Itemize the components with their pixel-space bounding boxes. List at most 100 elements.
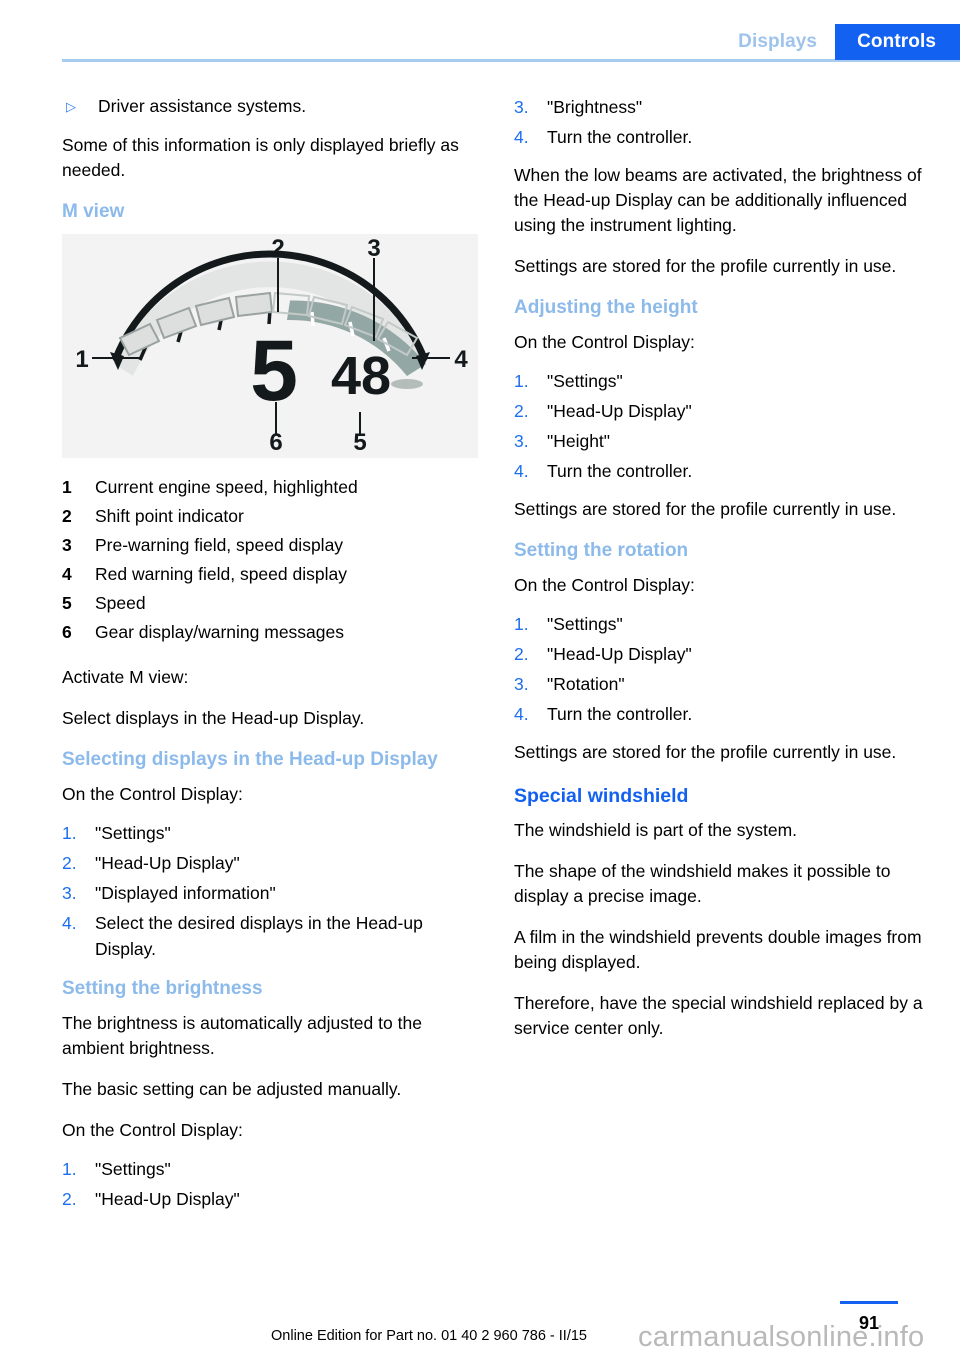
step-number: 1.: [62, 823, 77, 843]
list-item: 2. "Head-Up Display": [62, 1186, 480, 1212]
step-label: "Rotation": [547, 674, 625, 694]
legend-number: 4: [62, 564, 72, 584]
list-item: 4. Turn the controller.: [514, 458, 932, 484]
gauge-speed-value: 48: [331, 346, 391, 406]
tab-displays[interactable]: Displays: [738, 24, 835, 60]
legend-label: Speed: [95, 593, 146, 613]
list-item: 3 Pre-warning field, speed display: [62, 532, 480, 558]
legend-label: Red warning field, speed display: [95, 564, 347, 584]
gauge-speed-unit-icon: [391, 379, 423, 389]
legend-label: Pre-warning field, speed display: [95, 535, 344, 555]
legend-number: 6: [62, 622, 72, 642]
list-item: 4. Turn the controller.: [514, 701, 932, 727]
step-number: 4.: [514, 704, 529, 724]
tab-controls[interactable]: Controls: [835, 24, 960, 60]
page-number-rule: [840, 1301, 898, 1304]
callout-2: 2: [271, 235, 284, 262]
list-item: 2 Shift point indicator: [62, 503, 480, 529]
step-label: "Brightness": [547, 97, 643, 117]
rotation-stored-note: Settings are stored for the profile curr…: [514, 742, 897, 762]
step-number: 4.: [514, 461, 529, 481]
page-footer: Online Edition for Part no. 01 40 2 960 …: [0, 1282, 960, 1362]
height-lead: On the Control Display:: [514, 332, 695, 352]
step-number: 1.: [62, 1159, 77, 1179]
brightness-paragraph-1: The brightness is automatically adjusted…: [62, 1013, 422, 1058]
step-number: 3.: [62, 883, 77, 903]
step-label: "Head-Up Display": [547, 401, 692, 421]
list-item: 1 Current engine speed, highlighted: [62, 474, 480, 500]
heading-special-windshield: Special windshield: [514, 785, 689, 807]
step-number: 3.: [514, 431, 529, 451]
legend-label: Gear display/warning messages: [95, 622, 345, 642]
legend-label: Shift point indicator: [95, 506, 244, 526]
list-item: 2. "Head-Up Display": [514, 641, 932, 667]
figure-legend: 1 Current engine speed, highlighted 2 Sh…: [62, 474, 480, 645]
activate-m-view-text: Select displays in the Head-up Display.: [62, 708, 365, 728]
windshield-paragraph-4: Therefore, have the special windshield r…: [514, 993, 923, 1038]
tab-controls-label: Controls: [857, 31, 936, 52]
step-number: 1.: [514, 614, 529, 634]
legend-number: 5: [62, 593, 72, 613]
chapter-tabs: Displays Controls: [738, 24, 960, 60]
gauge-gear-value: 5: [250, 323, 298, 419]
list-item: 3. "Rotation": [514, 671, 932, 697]
steps-adjusting-height: 1. "Settings" 2. "Head-Up Display" 3. "H…: [514, 368, 932, 484]
step-label: Select the desired displays in the Head-…: [95, 913, 423, 959]
callout-4: 4: [454, 346, 468, 373]
left-column: ▷ Driver assistance systems. Some of thi…: [62, 94, 480, 1225]
steps-selecting-displays: 1. "Settings" 2. "Head-Up Display" 3. "D…: [62, 820, 480, 962]
step-label: "Height": [547, 431, 611, 451]
m-view-gauge-illustration: 5 48 1 2 3 4 5 6: [75, 235, 468, 456]
edition-note: Online Edition for Part no. 01 40 2 960 …: [271, 1328, 587, 1344]
list-item: 6 Gear display/warning messages: [62, 619, 480, 645]
windshield-paragraph-2: The shape of the windshield makes it pos…: [514, 861, 891, 906]
list-item: 4. Turn the controller.: [514, 124, 932, 150]
steps-setting-brightness: 1. "Settings" 2. "Head-Up Display": [62, 1156, 480, 1212]
step-label: "Settings": [547, 614, 623, 634]
brightness-lead: On the Control Display:: [62, 1120, 243, 1140]
bullet-item-label: Driver assistance systems.: [98, 96, 307, 116]
legend-number: 3: [62, 535, 72, 555]
list-item: 3. "Brightness": [514, 94, 932, 120]
page-header: Displays Controls: [0, 0, 960, 62]
steps-setting-rotation: 1. "Settings" 2. "Head-Up Display" 3. "R…: [514, 611, 932, 727]
step-label: "Settings": [95, 1159, 171, 1179]
heading-selecting-displays: Selecting displays in the Head-up Displa…: [62, 749, 438, 770]
legend-label: Current engine speed, highlighted: [95, 477, 358, 497]
bullet-item-driver-assistance: ▷ Driver assistance systems.: [62, 94, 480, 119]
page-number: 91: [858, 1313, 880, 1333]
legend-number: 2: [62, 506, 72, 526]
step-number: 3.: [514, 97, 529, 117]
legend-number: 1: [62, 477, 72, 497]
list-item: 3. "Height": [514, 428, 932, 454]
step-label: Turn the controller.: [547, 127, 693, 147]
heading-setting-rotation: Setting the rotation: [514, 540, 689, 561]
selecting-lead: On the Control Display:: [62, 784, 243, 804]
step-label: Turn the controller.: [547, 704, 693, 724]
heading-adjusting-height: Adjusting the height: [514, 297, 698, 318]
list-item: 1. "Settings": [62, 820, 480, 846]
step-label: "Head-Up Display": [95, 1189, 240, 1209]
list-item: 2. "Head-Up Display": [62, 850, 480, 876]
windshield-paragraph-1: The windshield is part of the system.: [514, 820, 798, 840]
list-item: 1. "Settings": [62, 1156, 480, 1182]
heading-m-view: M view: [62, 201, 125, 222]
brightness-stored-note: Settings are stored for the profile curr…: [514, 256, 897, 276]
step-number: 4.: [514, 127, 529, 147]
list-item: 1. "Settings": [514, 611, 932, 637]
list-item: 4 Red warning field, speed display: [62, 561, 480, 587]
list-item: 1. "Settings": [514, 368, 932, 394]
right-column: 3. "Brightness" 4. Turn the controller. …: [514, 94, 932, 1057]
list-item: 2. "Head-Up Display": [514, 398, 932, 424]
rotation-lead: On the Control Display:: [514, 575, 695, 595]
activate-m-view-label: Activate M view:: [62, 667, 189, 687]
windshield-paragraph-3: A film in the windshield prevents double…: [514, 927, 922, 972]
callout-3: 3: [367, 235, 380, 262]
m-view-gauge-figure: 5 48 1 2 3 4 5 6: [62, 234, 478, 458]
list-item: 4. Select the desired displays in the He…: [62, 910, 480, 962]
list-item: 5 Speed: [62, 590, 480, 616]
step-number: 2.: [514, 401, 529, 421]
step-label: "Settings": [547, 371, 623, 391]
step-label: "Head-Up Display": [547, 644, 692, 664]
step-number: 2.: [514, 644, 529, 664]
